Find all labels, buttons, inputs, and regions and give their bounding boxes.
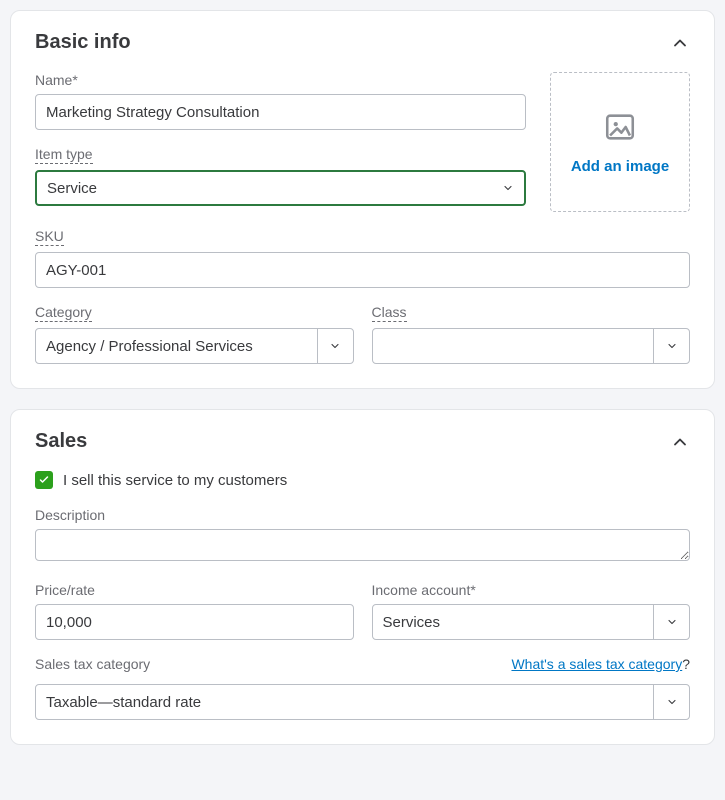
basic-info-title: Basic info bbox=[35, 31, 131, 54]
sales-tax-help-link[interactable]: What's a sales tax category bbox=[511, 656, 682, 672]
basic-info-header: Basic info bbox=[35, 31, 690, 54]
category-field-group: Category Agency / Professional Services bbox=[35, 304, 354, 364]
sku-label: SKU bbox=[35, 228, 64, 246]
class-value bbox=[373, 329, 654, 363]
sell-checkbox-label: I sell this service to my customers bbox=[63, 472, 287, 489]
chevron-down-icon bbox=[502, 182, 514, 194]
add-image-dropzone[interactable]: Add an image bbox=[550, 72, 690, 212]
basic-info-collapse-toggle[interactable] bbox=[670, 33, 690, 53]
income-account-dropdown-button[interactable] bbox=[653, 605, 689, 639]
income-account-label: Income account* bbox=[372, 582, 476, 598]
chevron-down-icon bbox=[666, 340, 678, 352]
price-input[interactable] bbox=[35, 604, 354, 640]
sales-card: Sales I sell this service to my customer… bbox=[10, 409, 715, 745]
description-field-group: Description bbox=[35, 507, 690, 566]
category-dropdown-button[interactable] bbox=[317, 329, 353, 363]
category-select[interactable]: Agency / Professional Services bbox=[35, 328, 354, 364]
item-type-select[interactable]: Service bbox=[35, 170, 526, 206]
sales-title: Sales bbox=[35, 430, 87, 453]
class-dropdown-button[interactable] bbox=[653, 329, 689, 363]
name-label: Name* bbox=[35, 72, 78, 88]
chevron-down-icon bbox=[666, 696, 678, 708]
price-label: Price/rate bbox=[35, 582, 95, 598]
description-label: Description bbox=[35, 507, 105, 523]
price-field-group: Price/rate bbox=[35, 582, 354, 640]
category-label: Category bbox=[35, 304, 92, 322]
income-account-value: Services bbox=[373, 605, 654, 639]
sell-checkbox[interactable] bbox=[35, 471, 53, 489]
income-account-select[interactable]: Services bbox=[372, 604, 691, 640]
sku-field-group: SKU bbox=[35, 228, 690, 288]
class-label: Class bbox=[372, 304, 407, 322]
sales-tax-select[interactable]: Taxable—standard rate bbox=[35, 684, 690, 720]
sell-checkbox-row: I sell this service to my customers bbox=[35, 471, 690, 489]
income-account-field-group: Income account* Services bbox=[372, 582, 691, 640]
chevron-up-icon bbox=[670, 432, 690, 452]
category-value: Agency / Professional Services bbox=[36, 329, 317, 363]
add-image-label: Add an image bbox=[571, 158, 669, 175]
sku-input[interactable] bbox=[35, 252, 690, 288]
item-type-value: Service bbox=[47, 180, 97, 197]
chevron-down-icon bbox=[666, 616, 678, 628]
item-type-label: Item type bbox=[35, 146, 93, 164]
sales-tax-dropdown-button[interactable] bbox=[653, 685, 689, 719]
item-type-field-group: Item type Service bbox=[35, 146, 526, 206]
sales-tax-help-wrapper: What's a sales tax category? bbox=[511, 656, 690, 674]
sales-tax-value: Taxable—standard rate bbox=[36, 685, 653, 719]
basic-info-card: Basic info Name* Item type Service Add a… bbox=[10, 10, 715, 389]
image-placeholder-icon bbox=[603, 110, 637, 144]
sales-tax-field-group: Sales tax category What's a sales tax ca… bbox=[35, 656, 690, 720]
chevron-down-icon bbox=[329, 340, 341, 352]
name-field-group: Name* bbox=[35, 72, 526, 130]
class-field-group: Class bbox=[372, 304, 691, 364]
sales-header: Sales bbox=[35, 430, 690, 453]
chevron-up-icon bbox=[670, 33, 690, 53]
class-select[interactable] bbox=[372, 328, 691, 364]
sales-collapse-toggle[interactable] bbox=[670, 432, 690, 452]
check-icon bbox=[38, 474, 50, 486]
name-input[interactable] bbox=[35, 94, 526, 130]
description-textarea[interactable] bbox=[35, 529, 690, 561]
sales-tax-label: Sales tax category bbox=[35, 656, 150, 672]
